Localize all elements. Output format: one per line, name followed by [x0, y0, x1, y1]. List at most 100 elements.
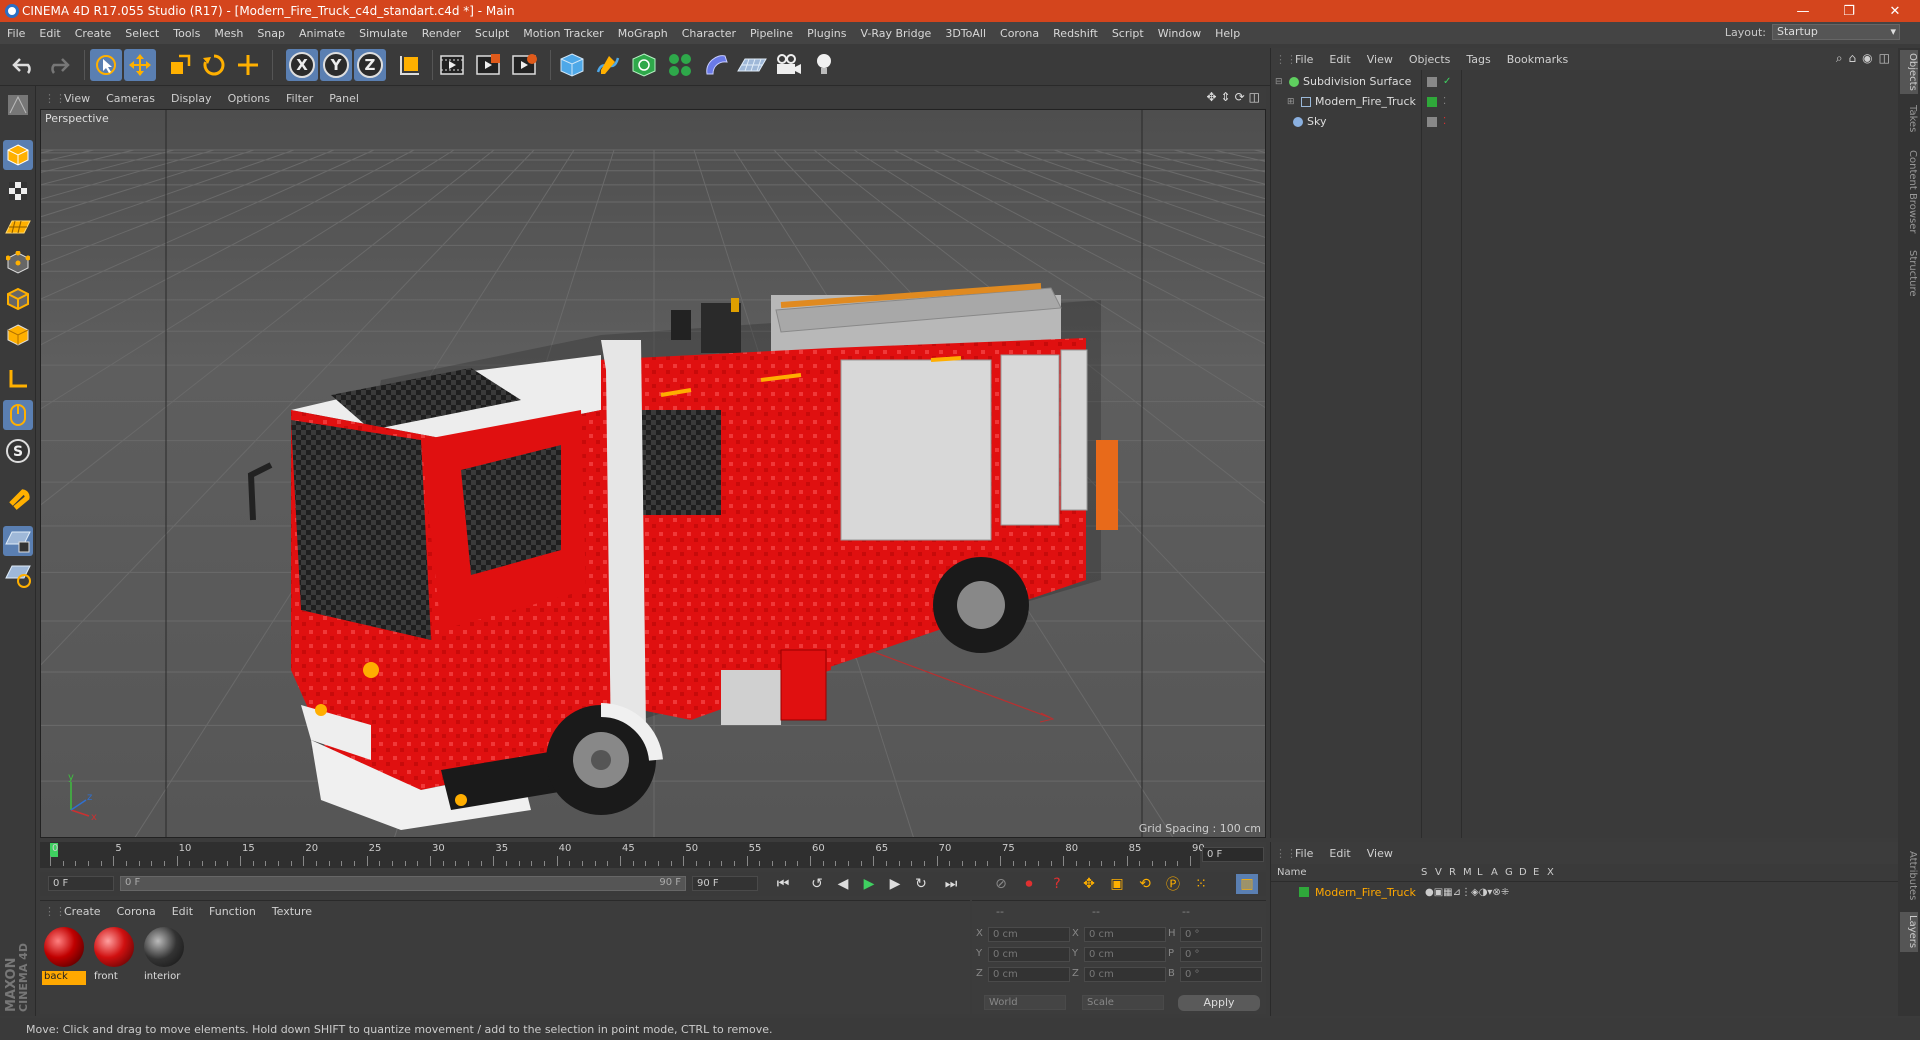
timeline-window-icon[interactable]: ▥ [1236, 874, 1258, 894]
key-parameter-icon[interactable]: Ⓟ [1162, 874, 1184, 894]
menu-script[interactable]: Script [1105, 27, 1151, 40]
menu-animate[interactable]: Animate [292, 27, 352, 40]
layer-col-name[interactable]: Name [1277, 867, 1307, 878]
viewport-rotate-icon[interactable]: ⟳ [1235, 90, 1245, 104]
viewport-maximize-icon[interactable]: ◫ [1249, 90, 1260, 104]
workplane-mode-icon[interactable] [3, 212, 33, 242]
menu-mesh[interactable]: Mesh [207, 27, 250, 40]
layer-col-g[interactable]: G [1505, 867, 1513, 878]
record-active-objects-icon[interactable]: ⏺ [1018, 874, 1040, 894]
viewport-menu-display[interactable]: Display [163, 92, 220, 105]
coord-size-field[interactable]: 0 cm [1084, 967, 1166, 982]
object-menu-file[interactable]: File [1287, 53, 1321, 66]
render-settings-icon[interactable] [508, 49, 540, 81]
perspective-viewport[interactable]: y x z Perspective Grid Spacing : 100 cm [40, 109, 1266, 838]
menu-motion-tracker[interactable]: Motion Tracker [516, 27, 610, 40]
texture-mode-icon[interactable] [3, 176, 33, 206]
layer-col-r[interactable]: R [1449, 867, 1456, 878]
object-row-modern-fire-truck[interactable]: ⊞ Modern_Fire_Truck ⁚ [1271, 92, 1899, 111]
minimize-button[interactable]: — [1780, 0, 1826, 22]
menu-3dtoall[interactable]: 3DToAll [938, 27, 993, 40]
visibility-dots-icon[interactable]: ⁚ [1443, 96, 1446, 107]
spline-pen-icon[interactable] [592, 49, 624, 81]
axis-mode-icon[interactable] [3, 364, 33, 394]
key-rotation-icon[interactable]: ⟲ [1134, 874, 1156, 894]
layer-col-x[interactable]: X [1547, 867, 1554, 878]
tab-takes[interactable]: Takes [1900, 104, 1918, 134]
coord-rotation-field[interactable]: 0 ° [1180, 947, 1262, 962]
object-menu-edit[interactable]: Edit [1321, 53, 1358, 66]
visibility-dots-icon[interactable]: ⁚ [1443, 116, 1446, 127]
layer-col-e[interactable]: E [1533, 867, 1539, 878]
tweak-mode-icon[interactable] [3, 400, 33, 430]
menu-mograph[interactable]: MoGraph [611, 27, 675, 40]
coord-mode-select[interactable]: Scale [1082, 995, 1164, 1010]
close-button[interactable]: ✕ [1872, 0, 1918, 22]
cube-primitive-icon[interactable] [556, 49, 588, 81]
layer-col-v[interactable]: V [1435, 867, 1442, 878]
layer-color-swatch[interactable] [1299, 887, 1309, 897]
render-to-picture-viewer-icon[interactable] [472, 49, 504, 81]
layer-col-m[interactable]: M [1463, 867, 1472, 878]
coord-position-field[interactable]: 0 cm [988, 967, 1070, 982]
scale-tool-icon[interactable] [164, 49, 196, 81]
play-icon[interactable]: ▶ [858, 874, 880, 894]
viewport-menu-cameras[interactable]: Cameras [98, 92, 163, 105]
coordinate-system-icon[interactable] [394, 49, 426, 81]
edges-mode-icon[interactable] [3, 284, 33, 314]
viewport-dolly-icon[interactable]: ⇕ [1221, 90, 1231, 104]
polygons-mode-icon[interactable] [3, 320, 33, 350]
frame-range-slider[interactable]: 0 F 90 F [120, 876, 686, 891]
object-home-icon[interactable]: ⌂ [1849, 51, 1857, 66]
coord-position-field[interactable]: 0 cm [988, 947, 1070, 962]
material-menu-corona[interactable]: Corona [109, 905, 164, 918]
tree-collapse-icon[interactable]: ⊟ [1275, 77, 1285, 87]
current-frame-field[interactable]: 0 F [1202, 847, 1264, 862]
layout-select[interactable]: Startup [1772, 24, 1900, 40]
layer-toggle-icons[interactable]: ●▣▦⊿⋮◈◑▾⊗⁜ [1425, 887, 1509, 898]
menu-plugins[interactable]: Plugins [800, 27, 853, 40]
layer-col-l[interactable]: L [1477, 867, 1483, 878]
menu-create[interactable]: Create [68, 27, 119, 40]
recent-tool-icon[interactable] [232, 49, 264, 81]
coord-size-field[interactable]: 0 cm [1084, 947, 1166, 962]
workplane-lock-icon[interactable] [3, 560, 33, 590]
autokeying-icon[interactable]: ? [1046, 874, 1068, 894]
layer-col-s[interactable]: S [1421, 867, 1427, 878]
coord-space-select[interactable]: World [984, 995, 1066, 1010]
layer-col-a[interactable]: A [1491, 867, 1498, 878]
end-frame-field[interactable]: 90 F [692, 876, 758, 891]
menu-window[interactable]: Window [1151, 27, 1208, 40]
menu-redshift[interactable]: Redshift [1046, 27, 1105, 40]
key-position-icon[interactable]: ✥ [1078, 874, 1100, 894]
go-to-end-icon[interactable]: ⏭ [940, 874, 962, 894]
previous-frame-icon[interactable]: ◀ [832, 874, 854, 894]
camera-object-icon[interactable] [772, 49, 804, 81]
menu-select[interactable]: Select [118, 27, 166, 40]
material-menu-edit[interactable]: Edit [164, 905, 201, 918]
key-point-level-icon[interactable]: ⁙ [1190, 874, 1212, 894]
menu-help[interactable]: Help [1208, 27, 1247, 40]
object-menu-tags[interactable]: Tags [1458, 53, 1498, 66]
next-frame-icon[interactable]: ▶ [884, 874, 906, 894]
menu-corona[interactable]: Corona [993, 27, 1046, 40]
make-editable-icon[interactable] [3, 90, 33, 120]
object-maximize-icon[interactable]: ◫ [1879, 51, 1890, 66]
key-scale-icon[interactable]: ▣ [1106, 874, 1128, 894]
object-menu-view[interactable]: View [1359, 53, 1401, 66]
tab-objects[interactable]: Objects [1900, 50, 1918, 94]
menu-tools[interactable]: Tools [166, 27, 207, 40]
redo-icon[interactable] [42, 49, 74, 81]
object-row-sky[interactable]: Sky ⁚ [1271, 112, 1899, 131]
snap-icon[interactable]: S [3, 436, 33, 466]
tab-content-browser[interactable]: Content Browser [1900, 144, 1918, 240]
x-axis-lock-button[interactable]: X [286, 49, 318, 81]
material-menu-function[interactable]: Function [201, 905, 264, 918]
points-mode-icon[interactable] [3, 248, 33, 278]
viewport-menu-view[interactable]: View [56, 92, 98, 105]
model-mode-icon[interactable] [3, 140, 33, 170]
timeline-ruler[interactable]: 0 5 10 15 20 25 30 35 40 45 50 55 60 65 70 75 80 85 90 0 F [40, 842, 1266, 870]
live-selection-icon[interactable] [90, 49, 122, 81]
layer-row-modern-fire-truck[interactable]: Modern_Fire_Truck ●▣▦⊿⋮◈◑▾⊗⁜ [1271, 884, 1899, 900]
move-tool-icon[interactable] [124, 49, 156, 81]
